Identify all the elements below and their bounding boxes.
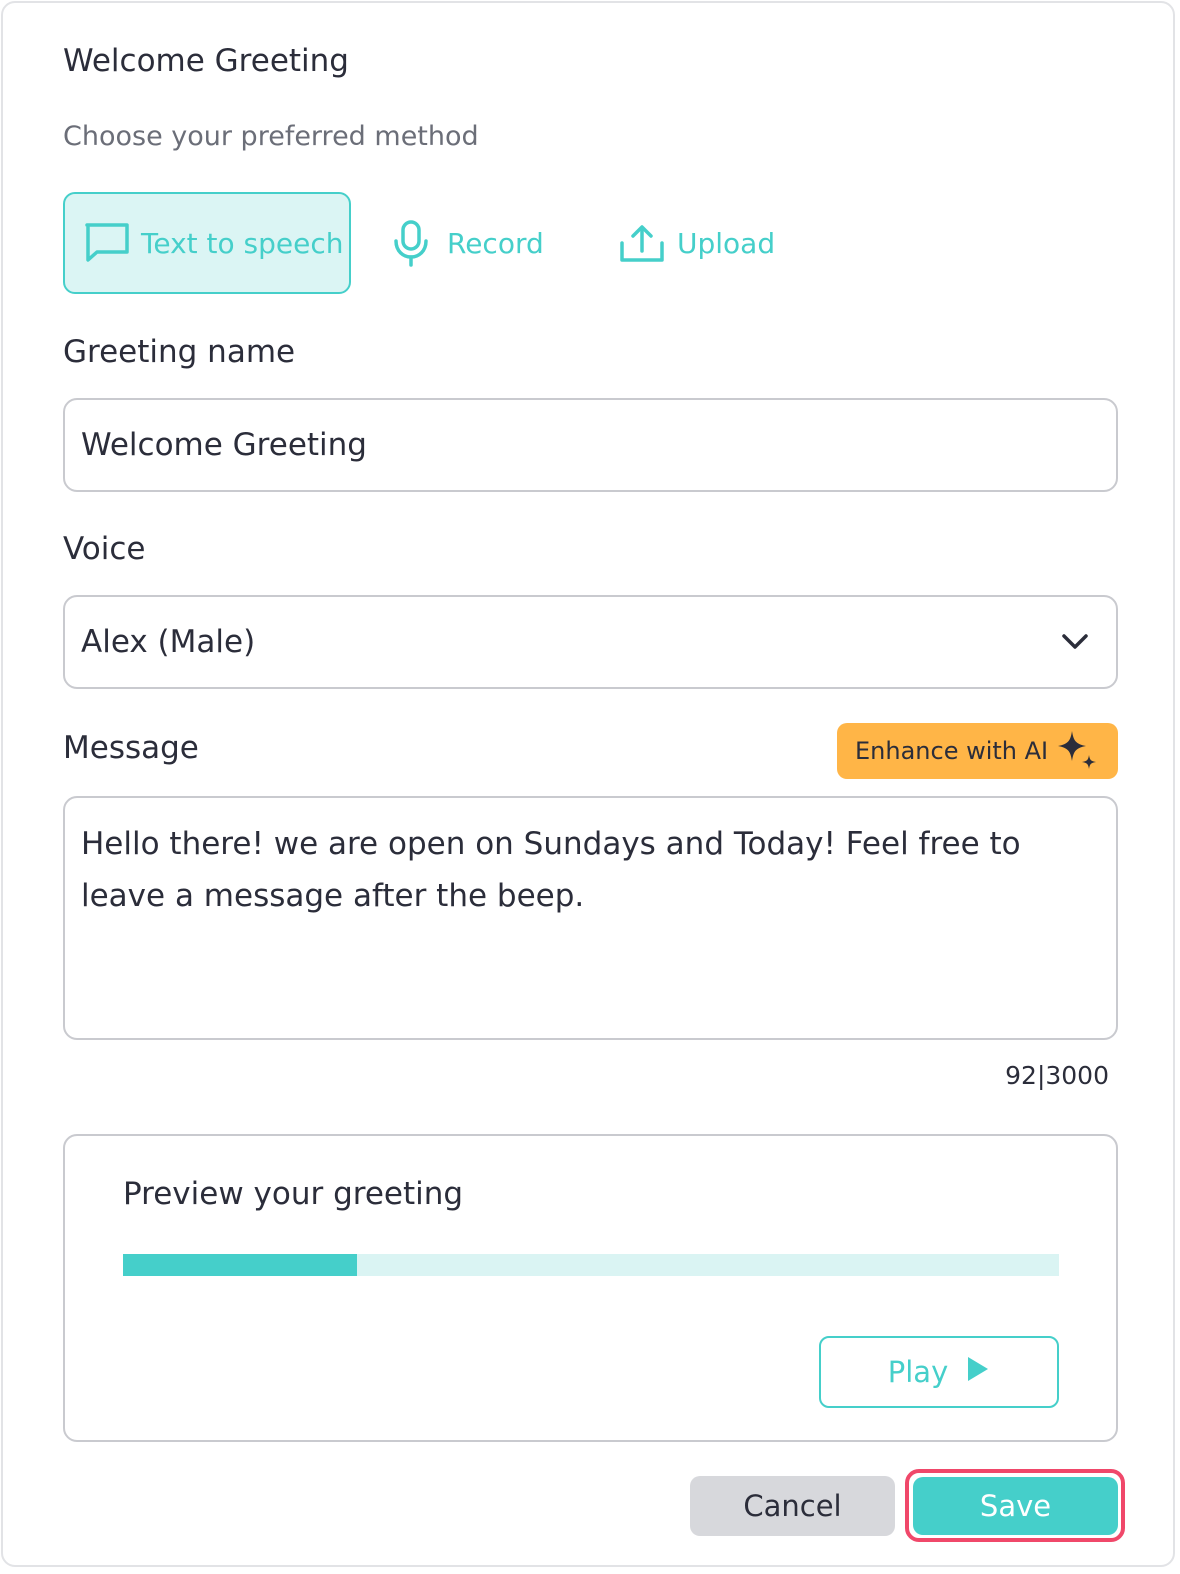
tab-text-to-speech-label: Text to speech (141, 226, 344, 260)
greeting-dialog: Welcome Greeting Choose your preferred m… (1, 1, 1175, 1567)
message-label: Message (63, 730, 199, 766)
chat-bubble-icon (83, 219, 131, 267)
voice-select[interactable]: Alex (Male) (63, 595, 1118, 689)
greeting-name-label: Greeting name (63, 334, 296, 370)
preview-title: Preview your greeting (123, 1176, 464, 1212)
greeting-name-value: Welcome Greeting (81, 427, 367, 463)
save-button[interactable]: Save (913, 1477, 1118, 1535)
enhance-with-ai-label: Enhance with AI (855, 737, 1049, 765)
voice-selected-value: Alex (Male) (81, 624, 256, 660)
enhance-with-ai-button[interactable]: Enhance with AI (837, 723, 1118, 779)
preview-panel: Preview your greeting Play (63, 1134, 1118, 1442)
chevron-down-icon (1060, 627, 1090, 657)
tab-record-label: Record (447, 226, 544, 260)
play-label: Play (887, 1355, 949, 1389)
microphone-icon (389, 219, 433, 267)
play-icon (966, 1355, 990, 1390)
cancel-button[interactable]: Cancel (690, 1476, 895, 1536)
voice-label: Voice (63, 531, 146, 567)
dialog-title: Welcome Greeting (63, 43, 349, 79)
tab-record[interactable]: Record (389, 192, 544, 294)
greeting-name-input[interactable]: Welcome Greeting (63, 398, 1118, 492)
save-label: Save (979, 1489, 1052, 1523)
preview-progress-fill (123, 1254, 357, 1276)
tab-upload[interactable]: Upload (617, 192, 775, 294)
upload-icon (617, 219, 667, 267)
tab-upload-label: Upload (677, 226, 776, 260)
dialog-subtitle: Choose your preferred method (63, 121, 479, 152)
play-button[interactable]: Play (819, 1336, 1059, 1408)
sparkles-icon (1054, 729, 1100, 775)
preview-progress-bar[interactable] (123, 1254, 1059, 1276)
cancel-label: Cancel (743, 1489, 842, 1523)
tab-text-to-speech[interactable]: Text to speech (63, 192, 351, 294)
message-textarea[interactable]: Hello there! we are open on Sundays and … (63, 796, 1118, 1040)
character-counter: 92|3000 (1005, 1061, 1109, 1090)
